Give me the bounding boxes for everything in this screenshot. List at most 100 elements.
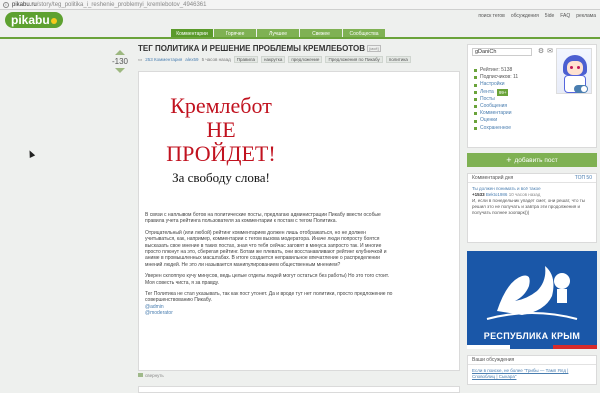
swan-emblem-icon [486, 266, 578, 320]
add-post-button[interactable]: + добавить пост [467, 153, 597, 167]
stat-row[interactable]: Оценки [474, 117, 518, 124]
comment-author[interactable]: Bekto1986 [486, 192, 508, 197]
saved-link[interactable]: Сохраненное [480, 125, 511, 132]
poster-line: За свободу слова! [172, 170, 270, 185]
settings-link[interactable]: Настройки [480, 81, 505, 88]
poster-line: Кремлебот [170, 93, 272, 118]
bullet-icon [474, 83, 477, 87]
stat-row[interactable]: Комментарии [474, 110, 518, 117]
top-links: поиск тегов обсуждения 5ide FAQ реклама [478, 13, 596, 19]
bullet-icon [474, 105, 477, 109]
tag-item[interactable]: Предложения по Пикабу [325, 56, 383, 63]
discussion-link[interactable]: Если в поиске, не более "Грибы — Тамп Ял… [468, 365, 596, 383]
info-icon[interactable]: i [3, 1, 9, 8]
gear-icon[interactable]: ⚙ [537, 48, 545, 56]
mail-icon[interactable]: ✉ [546, 48, 554, 56]
flag-ribbon [467, 345, 597, 349]
stat-row[interactable]: Лента 99+ [474, 88, 518, 96]
mine-badge: [моё] [367, 45, 381, 53]
discussions-panel: Ваши обсуждения Если в поиске, не более … [467, 355, 597, 385]
pikabu-logo[interactable]: pikabu [5, 12, 63, 28]
top-link-ads[interactable]: реклама [576, 13, 596, 19]
comment-of-day-title: Комментарий дня [472, 175, 514, 181]
bullet-icon [474, 119, 477, 123]
top-50-link[interactable]: ТОП 50 [575, 175, 592, 181]
feed-badge: 99+ [496, 88, 509, 96]
post-paragraph: Тег Политика не стал указывать, так как … [145, 291, 393, 304]
comment-time: 10 часов назад [508, 192, 541, 197]
site-header: pikabu поиск тегов обсуждения 5ide FAQ р… [0, 10, 600, 38]
comment-text: И, если в понедельник упадет смет, они р… [472, 198, 585, 215]
url-text[interactable]: pikabu.ru/story/teg_politika_i_reshenie_… [12, 2, 206, 8]
post-meta: ▭ 253 Комментария alex59 5 часов назад П… [138, 56, 460, 63]
top-link-5ide[interactable]: 5ide [545, 13, 554, 19]
tag-item[interactable]: политика [385, 56, 411, 63]
post-title[interactable]: ТЕГ ПОЛИТИКА И РЕШЕНИЕ ПРОБЛЕМЫ КРЕМЛЕБО… [138, 44, 460, 53]
top-link-discussions[interactable]: обсуждения [511, 13, 539, 19]
poster-line: НЕ [206, 117, 236, 142]
bullet-icon [474, 112, 477, 116]
stat-row[interactable]: Сохраненное [474, 125, 518, 132]
collapse-link[interactable]: свернуть [138, 373, 164, 378]
comment-of-day-panel: Комментарий дня ТОП 50 Ты должен понимать… [467, 173, 597, 243]
tag-item[interactable]: накрутка [261, 56, 286, 63]
banner-title: РЕСПУБЛИКА КРЫМ [483, 331, 581, 341]
discussions-title: Ваши обсуждения [468, 356, 596, 365]
stat-row[interactable]: Настройки [474, 81, 518, 88]
logo-text: pikabu [11, 13, 50, 27]
top-link-faq[interactable]: FAQ [560, 13, 570, 19]
stat-row[interactable]: Сообщения [474, 103, 518, 110]
collapse-icon [138, 373, 143, 377]
post-paragraph: В связи с наплывом ботов на политические… [145, 212, 381, 225]
address-bar[interactable]: i pikabu.ru/story/teg_politika_i_resheni… [0, 0, 600, 10]
top-link-tags[interactable]: поиск тегов [478, 13, 505, 19]
stat-row[interactable]: Посты [474, 96, 518, 103]
mention-link[interactable]: @moderator [145, 310, 395, 316]
ad-banner[interactable]: РЕСПУБЛИКА КРЫМ [467, 251, 597, 349]
messages-link[interactable]: Сообщения [480, 103, 507, 110]
post-header: ТЕГ ПОЛИТИКА И РЕШЕНИЕ ПРОБЛЕМЫ КРЕМЛЕБО… [138, 44, 460, 63]
post-score: -130 [111, 57, 128, 66]
profile-panel: gDaniCh ⚙ ✉ Рейтинг: 5138 Подписчиков: 1… [467, 44, 597, 148]
post-content: Кремлебот НЕ ПРОЙДЕТ! За свободу слова! … [138, 71, 460, 371]
bullet-icon [474, 69, 477, 73]
poster-line: ПРОЙДЕТ! [166, 141, 276, 166]
comments-link[interactable]: 253 Комментария [145, 57, 182, 62]
collapse-label: свернуть [145, 373, 164, 378]
avatar-eye [570, 66, 573, 69]
post-paragraph: Уверен склоппую кучу минусов, ведь целые… [145, 273, 389, 286]
avatar-eye [577, 66, 580, 69]
post-image: Кремлебот НЕ ПРОЙДЕТ! За свободу слова! [143, 78, 299, 202]
theme-toggle[interactable] [574, 85, 588, 93]
bullet-icon [474, 97, 477, 101]
url-host: pikabu.ru [12, 1, 37, 8]
comments-link-side[interactable]: Комментарии [480, 110, 512, 117]
posts-link[interactable]: Посты [480, 96, 495, 103]
header-divider [0, 37, 600, 39]
comment-of-day-body: Ты должен понимать и всё такое +1533 Bek… [468, 183, 596, 219]
logo-dot-icon [50, 17, 57, 24]
comment-of-day-header: Комментарий дня ТОП 50 [468, 174, 596, 183]
mouse-cursor-icon [26, 149, 36, 158]
tag-item[interactable]: предложение [288, 56, 323, 63]
post-title-text[interactable]: ТЕГ ПОЛИТИКА И РЕШЕНИЕ ПРОБЛЕМЫ КРЕМЛЕБО… [138, 44, 365, 53]
stat-row: Рейтинг: 5138 [474, 67, 518, 74]
downvote-icon[interactable] [115, 68, 125, 73]
author-link[interactable]: alex59 [185, 57, 198, 62]
username-field[interactable]: gDaniCh [472, 48, 532, 56]
profile-stats: Рейтинг: 5138 Подписчиков: 11 Настройки … [474, 67, 518, 132]
post-text: В связи с наплывом ботов на политические… [145, 212, 395, 317]
comments-icon: ▭ [138, 56, 143, 62]
tag-item[interactable]: Правила [233, 56, 259, 63]
rating-label: Рейтинг: 5138 [480, 67, 513, 73]
ratings-link[interactable]: Оценки [480, 117, 497, 124]
bullet-icon [474, 76, 477, 80]
bullet-icon [474, 90, 477, 94]
plus-icon: + [506, 154, 512, 165]
url-path: /story/teg_politika_i_reshenie_problemyi… [36, 1, 207, 8]
feed-link[interactable]: Лента [480, 89, 494, 96]
next-post-card [138, 386, 460, 393]
bullet-icon [474, 126, 477, 130]
upvote-icon[interactable] [115, 50, 125, 55]
add-post-label: добавить пост [514, 156, 558, 164]
